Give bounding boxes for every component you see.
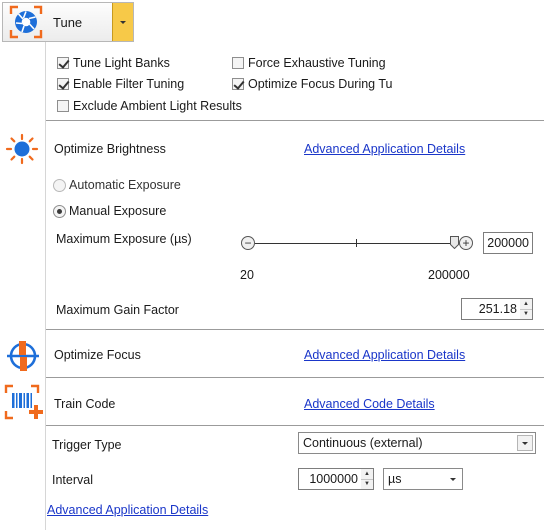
barcode-add-icon (4, 384, 44, 423)
gain-spinner[interactable]: ▲ ▼ (520, 298, 533, 320)
chevron-down-icon (450, 478, 456, 481)
enable-filter-tuning-checkbox[interactable]: Enable Filter Tuning (57, 76, 184, 92)
focus-advanced-details-link[interactable]: Advanced Application Details (304, 348, 465, 362)
checkbox-label: Tune Light Banks (73, 56, 170, 70)
radio-circle (53, 204, 66, 218)
tune-split-button: Tune (2, 2, 134, 42)
maximum-gain-factor-input[interactable]: 251.18 (461, 298, 521, 320)
manual-exposure-radio[interactable]: Manual Exposure (53, 203, 166, 219)
automatic-exposure-radio[interactable]: Automatic Exposure (53, 177, 181, 193)
tune-button[interactable]: Tune (3, 3, 112, 41)
chevron-down-icon (120, 20, 127, 24)
spin-up-icon[interactable]: ▲ (361, 469, 373, 480)
radio-label: Manual Exposure (69, 204, 167, 218)
tune-button-label: Tune (53, 14, 83, 30)
checkbox-box (232, 78, 244, 90)
sun-icon (5, 133, 39, 168)
maximum-gain-factor-value: 251.18 (478, 302, 517, 316)
checkbox-label: Exclude Ambient Light Results (73, 99, 242, 113)
interval-value: 1000000 (309, 472, 358, 486)
chevron-down-icon (517, 435, 533, 451)
section-divider (46, 377, 544, 378)
section-divider (46, 329, 544, 330)
checkbox-box (57, 100, 69, 112)
brightness-advanced-details-link[interactable]: Advanced Application Details (304, 142, 465, 156)
trigger-type-label: Trigger Type (52, 438, 122, 452)
maximum-exposure-input[interactable]: 200000 (483, 232, 533, 254)
focus-crosshair-icon (5, 338, 41, 377)
exposure-slider-track[interactable] (255, 243, 459, 244)
maximum-gain-factor-label: Maximum Gain Factor (56, 303, 179, 317)
radio-label: Automatic Exposure (69, 178, 181, 192)
slider-mid-tick (356, 239, 357, 247)
advanced-code-details-link[interactable]: Advanced Code Details (304, 397, 435, 411)
spin-down-icon[interactable]: ▼ (520, 310, 532, 320)
interval-unit-value: µs (388, 472, 402, 486)
tune-dropdown-button[interactable] (112, 3, 133, 41)
interval-spinner[interactable]: ▲ ▼ (361, 468, 374, 490)
force-exhaustive-tuning-checkbox[interactable]: Force Exhaustive Tuning (232, 55, 386, 71)
checkbox-label: Enable Filter Tuning (73, 77, 185, 91)
checkbox-box (57, 57, 69, 69)
trigger-type-value: Continuous (external) (303, 436, 423, 450)
radio-circle (53, 178, 66, 192)
left-rail-divider (45, 42, 46, 530)
interval-input[interactable]: 1000000 (298, 468, 362, 490)
slider-decrease-button[interactable]: − (241, 236, 255, 250)
plus-icon: + (462, 236, 470, 250)
checkbox-box (57, 78, 69, 90)
interval-label: Interval (52, 473, 93, 487)
footer-advanced-details-link[interactable]: Advanced Application Details (47, 503, 208, 517)
maximum-exposure-value: 200000 (487, 236, 529, 250)
checkbox-label: Optimize Focus During Tu (248, 77, 393, 91)
slider-max-label: 200000 (428, 268, 470, 282)
optimize-brightness-title: Optimize Brightness (54, 142, 166, 156)
checkbox-label: Force Exhaustive Tuning (248, 56, 386, 70)
checkbox-box (232, 57, 244, 69)
slider-min-label: 20 (240, 268, 254, 282)
maximum-exposure-label: Maximum Exposure (µs) (56, 232, 192, 246)
tune-light-banks-checkbox[interactable]: Tune Light Banks (57, 55, 170, 71)
tune-aperture-icon (9, 5, 43, 39)
exposure-slider-thumb[interactable] (450, 236, 459, 250)
trigger-type-select[interactable]: Continuous (external) (298, 432, 536, 454)
exclude-ambient-light-checkbox[interactable]: Exclude Ambient Light Results (57, 98, 242, 114)
optimize-focus-during-tuning-checkbox[interactable]: Optimize Focus During Tu (232, 76, 393, 92)
interval-unit-select[interactable]: µs (383, 468, 463, 490)
section-divider (46, 120, 544, 121)
train-code-title: Train Code (54, 397, 116, 411)
minus-icon: − (244, 236, 252, 250)
spin-down-icon[interactable]: ▼ (361, 480, 373, 490)
spin-up-icon[interactable]: ▲ (520, 299, 532, 310)
section-divider (46, 425, 544, 426)
slider-increase-button[interactable]: + (459, 236, 473, 250)
optimize-focus-title: Optimize Focus (54, 348, 141, 362)
